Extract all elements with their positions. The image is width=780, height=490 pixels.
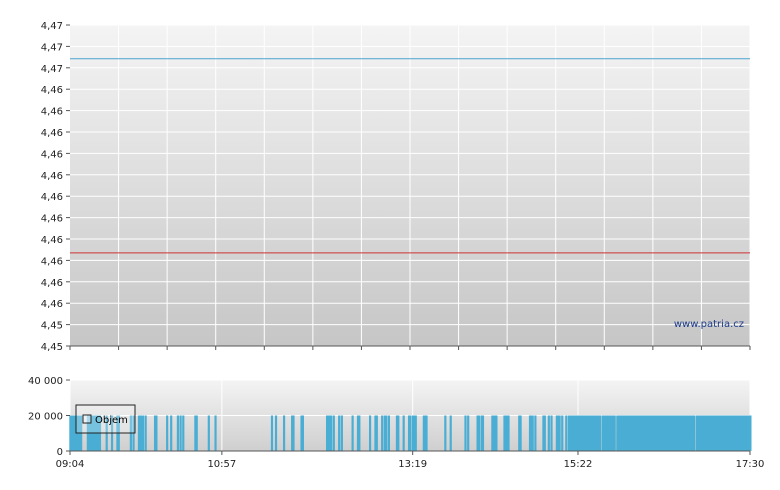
price-y-tick-label: 4,46: [41, 299, 63, 310]
volume-bar: [176, 415, 180, 451]
volume-bar: [170, 415, 173, 451]
volume-bar: [166, 415, 169, 451]
volume-bar: [351, 415, 354, 451]
price-y-tick-label: 4,46: [41, 128, 63, 139]
volume-y-tick-label: 40 000: [28, 376, 63, 387]
volume-x-tick-label: 09:04: [56, 459, 85, 470]
volume-bar: [565, 415, 568, 451]
price-y-tick-label: 4,46: [41, 107, 63, 118]
volume-bar: [330, 415, 333, 451]
volume-bar: [598, 415, 601, 451]
volume-bar: [749, 415, 752, 451]
volume-bar: [375, 415, 378, 451]
volume-bar: [182, 415, 185, 451]
volume-y-tick-label: 20 000: [28, 412, 63, 423]
price-y-axis: 4,47 4,47 4,47 4,46 4,46 4,46 4,46 4,46 4,46 4,46…: [41, 21, 70, 353]
price-y-tick-label: 4,46: [41, 256, 63, 267]
volume-bar: [338, 415, 341, 451]
volume-bar: [195, 415, 198, 451]
price-y-tick-label: 4,46: [41, 171, 63, 182]
price-y-tick-label: 4,47: [41, 42, 63, 53]
volume-bar: [467, 415, 470, 451]
price-y-tick-label: 4,46: [41, 85, 63, 96]
volume-bar: [449, 415, 452, 451]
price-y-tick-label: 4,46: [41, 214, 63, 225]
volume-bar: [464, 415, 467, 451]
volume-bar: [397, 415, 400, 451]
volume-x-tick-label: 10:57: [207, 459, 236, 470]
volume-bars: [69, 415, 752, 451]
volume-bar: [481, 415, 485, 451]
volume-bar: [561, 415, 564, 451]
watermark: www.patria.cz: [674, 319, 744, 330]
volume-bar: [340, 415, 343, 451]
volume-x-tick-label: 17:30: [736, 459, 765, 470]
volume-bar: [387, 415, 390, 451]
volume-bar: [358, 415, 361, 451]
volume-bar: [547, 415, 550, 451]
volume-bar: [543, 415, 546, 451]
volume-bar: [270, 415, 274, 451]
legend-label: Objem: [95, 415, 128, 426]
price-y-tick-label: 4,45: [41, 321, 63, 332]
price-y-tick-label: 4,47: [41, 21, 63, 32]
volume-x-tick-label: 13:19: [398, 459, 427, 470]
volume-bar: [414, 415, 417, 451]
volume-bar: [613, 415, 616, 451]
volume-y-axis: 40 000 20 000 0: [28, 376, 70, 458]
volume-bar: [368, 415, 372, 451]
volume-bar: [531, 415, 534, 451]
price-y-tick-label: 4,46: [41, 278, 63, 289]
volume-legend: Objem: [75, 404, 136, 434]
volume-bar: [495, 415, 498, 451]
price-y-tick-label: 4,46: [41, 235, 63, 246]
volume-bar: [444, 415, 447, 451]
volume-bar: [141, 415, 145, 451]
volume-bar: [144, 415, 147, 451]
volume-bar: [550, 415, 553, 451]
volume-bar: [558, 415, 561, 451]
volume-bar: [534, 415, 537, 451]
volume-bar: [207, 415, 210, 451]
price-y-tick-label: 4,45: [41, 342, 63, 353]
volume-bar: [155, 415, 158, 451]
price-y-tick-label: 4,47: [41, 64, 63, 75]
volume-bar: [214, 415, 217, 451]
volume-y-tick-label: 0: [57, 447, 63, 458]
legend-swatch: [82, 414, 92, 424]
price-x-ticks: [69, 346, 751, 350]
volume-bar: [381, 415, 384, 451]
volume-bar: [301, 415, 304, 451]
price-volume-chart: 4,47 4,47 4,47 4,46 4,46 4,46 4,46 4,46 4,46 4,46…: [28, 21, 765, 470]
volume-bar: [409, 415, 412, 451]
volume-bar: [692, 415, 696, 451]
volume-bar: [507, 415, 510, 451]
price-y-tick-label: 4,46: [41, 192, 63, 203]
volume-bar: [519, 415, 522, 451]
volume-bar: [292, 415, 295, 451]
volume-bar: [274, 415, 278, 451]
volume-bar: [402, 415, 405, 451]
volume-bar: [477, 415, 481, 451]
volume-bar: [282, 415, 286, 451]
volume-bar: [385, 415, 388, 451]
volume-x-tick-label: 15:22: [564, 459, 593, 470]
volume-bar: [332, 415, 335, 451]
volume-x-axis: 09:04 10:57 13:19 15:22 17:30: [56, 451, 765, 470]
volume-bar: [425, 415, 428, 451]
price-y-tick-label: 4,46: [41, 149, 63, 160]
volume-bar: [179, 415, 182, 451]
